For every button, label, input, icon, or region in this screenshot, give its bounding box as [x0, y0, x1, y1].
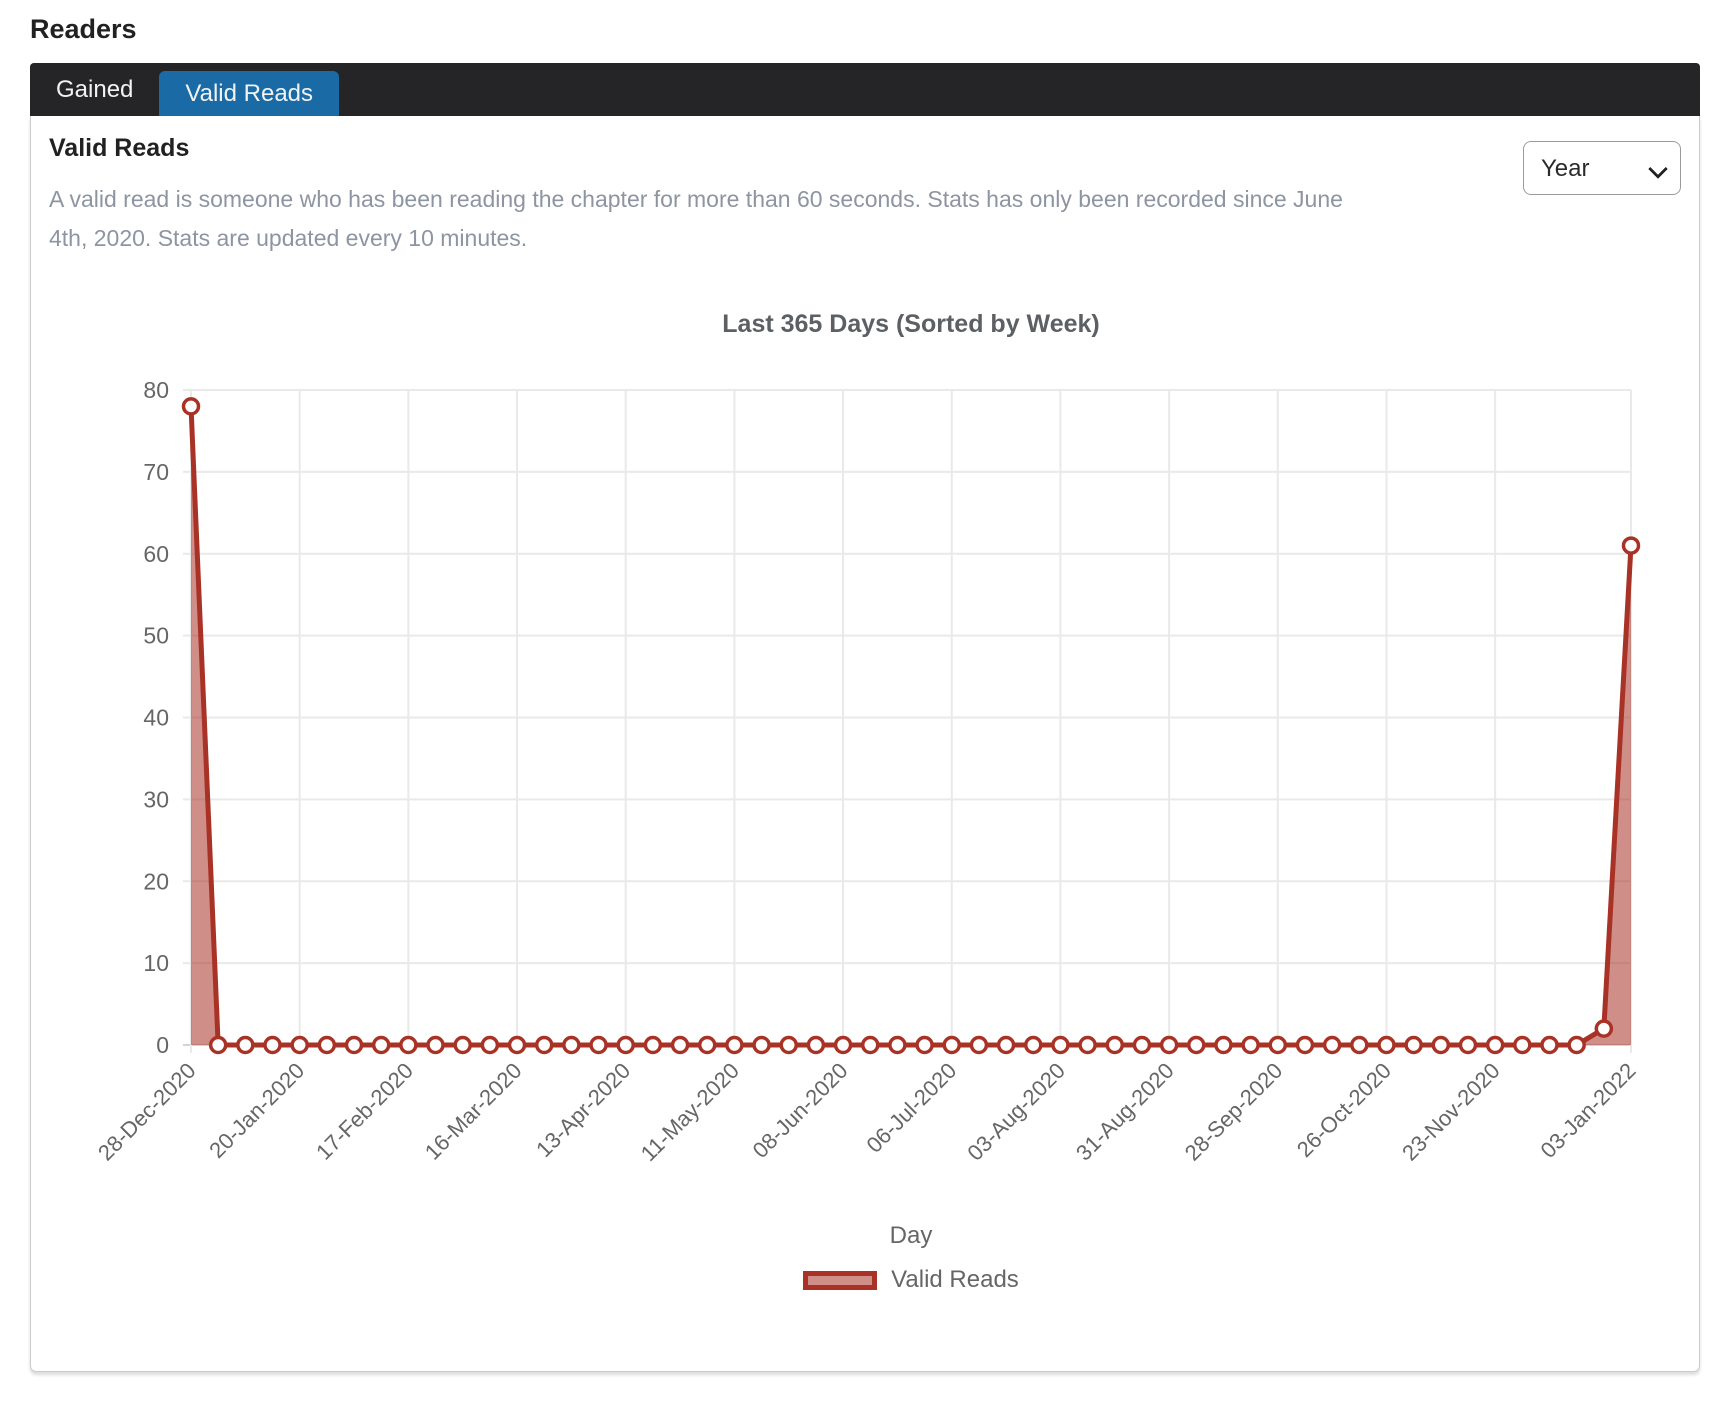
data-point — [1406, 1038, 1421, 1053]
data-point — [1596, 1021, 1611, 1036]
data-point — [1624, 538, 1639, 553]
legend-swatch — [803, 1271, 877, 1290]
data-point — [754, 1038, 769, 1053]
x-tick-label: 20-Jan-2020 — [204, 1058, 309, 1163]
tab-valid-reads[interactable]: Valid Reads — [159, 71, 339, 116]
readers-stats-page: Readers Gained Valid Reads Valid Reads A… — [0, 0, 1730, 1414]
data-point — [890, 1038, 905, 1053]
x-tick-label: 11-May-2020 — [636, 1058, 744, 1166]
stats-panel: Valid Reads A valid read is someone who … — [30, 116, 1700, 1372]
data-point — [1569, 1038, 1584, 1053]
x-tick-label: 28-Sep-2020 — [1180, 1058, 1288, 1166]
data-point — [374, 1038, 389, 1053]
data-point — [1053, 1038, 1068, 1053]
y-tick-label: 10 — [143, 950, 169, 976]
data-point — [618, 1038, 633, 1053]
data-point — [537, 1038, 552, 1053]
data-point — [455, 1038, 470, 1053]
y-tick-label: 60 — [143, 541, 169, 567]
legend: Valid Reads — [191, 1266, 1631, 1294]
x-tick-label: 17-Feb-2020 — [311, 1058, 418, 1165]
data-point — [1352, 1038, 1367, 1053]
series-line — [191, 406, 1631, 1045]
x-tick-label: 23-Nov-2020 — [1397, 1058, 1505, 1166]
legend-label: Valid Reads — [891, 1266, 1019, 1294]
period-select[interactable]: Year — [1523, 141, 1681, 195]
y-tick-label: 0 — [156, 1032, 169, 1058]
chart-title: Last 365 Days (Sorted by Week) — [722, 310, 1099, 338]
data-point — [1189, 1038, 1204, 1053]
page-title: Readers — [30, 14, 137, 45]
data-point — [319, 1038, 334, 1053]
data-point — [238, 1038, 253, 1053]
data-point — [808, 1038, 823, 1053]
data-point — [1080, 1038, 1095, 1053]
data-point — [944, 1038, 959, 1053]
data-point — [211, 1038, 226, 1053]
panel-description: A valid read is someone who has been rea… — [49, 180, 1384, 258]
x-tick-label: 13-Apr-2020 — [531, 1058, 635, 1162]
data-point — [999, 1038, 1014, 1053]
data-point — [1216, 1038, 1231, 1053]
data-point — [1515, 1038, 1530, 1053]
x-tick-label: 31-Aug-2020 — [1071, 1058, 1179, 1166]
data-point — [184, 399, 199, 414]
data-point — [1379, 1038, 1394, 1053]
data-point — [591, 1038, 606, 1053]
tab-bar: Gained Valid Reads — [30, 63, 1700, 116]
data-point — [510, 1038, 525, 1053]
x-tick-label: 26-Oct-2020 — [1292, 1058, 1396, 1162]
data-point — [781, 1038, 796, 1053]
data-point — [1270, 1038, 1285, 1053]
data-point — [1026, 1038, 1041, 1053]
data-point — [1162, 1038, 1177, 1053]
period-select-wrap: Year — [1523, 141, 1681, 195]
data-point — [645, 1038, 660, 1053]
tab-gained[interactable]: Gained — [30, 63, 159, 116]
panel-heading: Valid Reads — [49, 134, 189, 163]
x-tick-label: 28-Dec-2020 — [93, 1058, 201, 1166]
data-point — [863, 1038, 878, 1053]
x-tick-label: 08-Jun-2020 — [748, 1058, 853, 1163]
x-tick-label: 06-Jul-2020 — [861, 1058, 961, 1158]
y-tick-label: 20 — [143, 868, 169, 894]
x-axis-title: Day — [191, 1222, 1631, 1250]
data-point — [265, 1038, 280, 1053]
data-point — [673, 1038, 688, 1053]
data-point — [917, 1038, 932, 1053]
y-tick-label: 70 — [143, 459, 169, 485]
data-point — [1297, 1038, 1312, 1053]
data-point — [401, 1038, 416, 1053]
data-point — [700, 1038, 715, 1053]
y-tick-label: 30 — [143, 786, 169, 812]
data-point — [1325, 1038, 1340, 1053]
data-point — [482, 1038, 497, 1053]
x-tick-label: 03-Jan-2022 — [1535, 1058, 1640, 1163]
reads-chart: 0102030405060708028-Dec-202020-Jan-20201… — [46, 300, 1686, 1200]
data-point — [1243, 1038, 1258, 1053]
data-point — [727, 1038, 742, 1053]
data-point — [971, 1038, 986, 1053]
data-point — [428, 1038, 443, 1053]
y-tick-label: 80 — [143, 377, 169, 403]
x-tick-label: 03-Aug-2020 — [962, 1058, 1070, 1166]
data-point — [1460, 1038, 1475, 1053]
data-point — [836, 1038, 851, 1053]
x-tick-label: 16-Mar-2020 — [420, 1058, 527, 1165]
data-point — [1433, 1038, 1448, 1053]
chart-wrap: 0102030405060708028-Dec-202020-Jan-20201… — [46, 300, 1686, 1360]
y-tick-label: 40 — [143, 705, 169, 731]
data-point — [1542, 1038, 1557, 1053]
data-point — [1107, 1038, 1122, 1053]
data-point — [1134, 1038, 1149, 1053]
series-area — [191, 406, 1631, 1045]
data-point — [347, 1038, 362, 1053]
y-tick-label: 50 — [143, 623, 169, 649]
data-point — [292, 1038, 307, 1053]
data-point — [564, 1038, 579, 1053]
data-point — [1488, 1038, 1503, 1053]
